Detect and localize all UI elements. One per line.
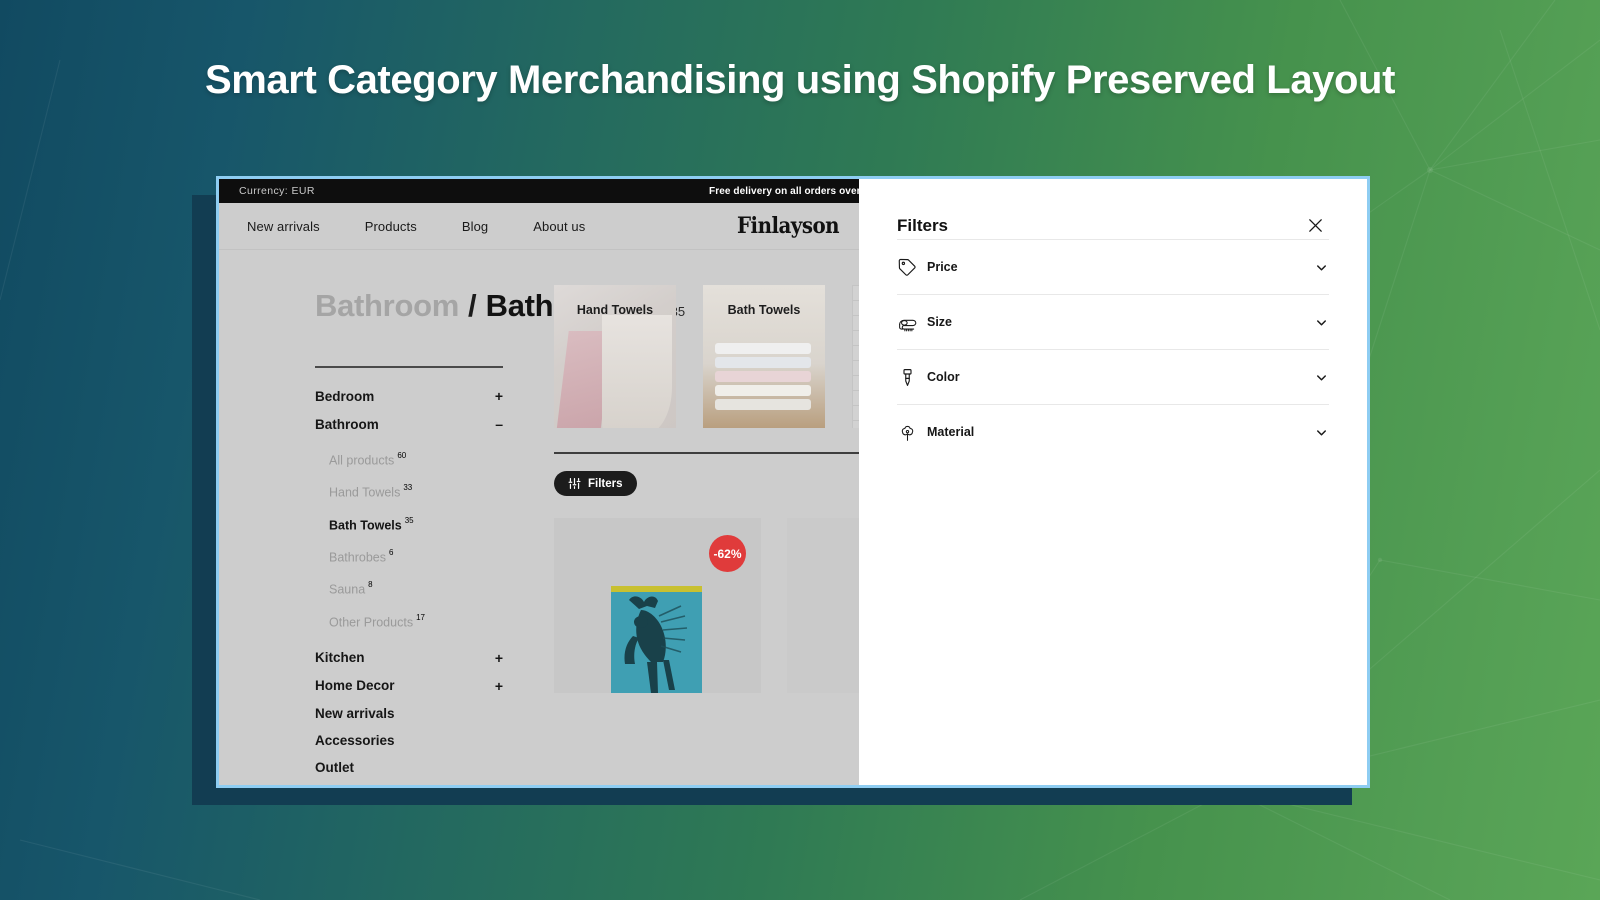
tile-label: Hand Towels [576,303,654,317]
breadcrumb: Bathroom / Bath Towels 35 [315,250,685,324]
filters-button-label: Filters [588,477,623,490]
currency-selector[interactable]: Currency: EUR [239,185,315,197]
sidebar-item-bedroom[interactable]: Bedroom + [315,382,503,410]
subcategory-list: All products 60 Hand Towels 33 Bath Towels… [329,444,503,638]
nav-link-blog[interactable]: Blog [462,219,488,234]
measuring-tape-icon [897,312,927,333]
subcategory-count: 17 [416,612,425,622]
sidebar-item-label: Outlet [315,759,354,775]
sidebar-item-new-arrivals[interactable]: New arrivals [315,700,503,727]
collapse-minus-icon: – [495,416,503,432]
sidebar-item-label: Bathroom [315,416,379,432]
nav-link-new-arrivals[interactable]: New arrivals [247,219,320,234]
filter-row-material[interactable]: Material [897,404,1329,459]
breadcrumb-separator: / [468,288,477,323]
chevron-down-icon [1314,260,1329,275]
sidebar-item-label: Home Decor [315,678,395,694]
eyedropper-icon [897,367,927,388]
sidebar-item-label: New arrivals [315,705,395,721]
filters-panel: Filters Price Size Color Material [859,179,1367,785]
expand-plus-icon: + [494,388,503,404]
towel-stack-graphic [715,343,811,413]
screenshot-frame: Currency: EUR Free delivery on all order… [216,176,1370,788]
subcategory-all-products[interactable]: All products 60 [329,444,503,476]
sidebar-item-bathroom[interactable]: Bathroom – [315,410,503,438]
close-icon [1309,219,1322,232]
subcategory-label: Sauna [329,582,366,597]
tile-bath-towels[interactable]: Bath Towels [703,285,825,428]
sidebar-item-home-decor[interactable]: Home Decor + [315,672,503,700]
expand-plus-icon: + [494,649,503,666]
filter-label: Material [927,425,975,439]
subcategory-bathrobes[interactable]: Bathrobes 6 [329,541,503,573]
sidebar-item-outlet[interactable]: Outlet [315,754,503,781]
sidebar-item-accessories[interactable]: Accessories [315,727,503,754]
sidebar-item-label: Bedroom [315,388,375,404]
sidebar-item-label: Accessories [315,732,395,748]
subcategory-count: 8 [368,580,373,590]
tile-hand-towels[interactable]: Hand Towels [554,285,676,428]
sidebar-item-kitchen[interactable]: Kitchen + [315,644,503,672]
chevron-down-icon [1314,370,1329,385]
filter-label: Price [927,260,958,274]
nav-link-about-us[interactable]: About us [533,219,585,234]
subcategory-other-products[interactable]: Other Products 17 [329,606,503,638]
filter-label: Color [927,370,960,384]
nav-link-products[interactable]: Products [365,219,417,234]
subcategory-label: All products [329,453,395,468]
filters-panel-header: Filters [897,179,1329,239]
subcategory-count: 33 [403,483,413,493]
category-sidebar: Bathroom / Bath Towels 35 Bedroom + Bath… [219,250,685,785]
filter-row-size[interactable]: Size [897,294,1329,349]
filters-panel-title: Filters [897,215,949,235]
subcategory-count: 35 [404,515,414,525]
filters-button[interactable]: Filters [554,471,637,496]
subcategory-count: 6 [388,547,394,557]
chevron-down-icon [1314,315,1329,330]
brand-logo[interactable]: Finlayson [737,213,840,239]
filter-row-price[interactable]: Price [897,239,1329,294]
delivery-notice: Free delivery on all orders over 9 [709,185,870,197]
subcategory-hand-towels[interactable]: Hand Towels 33 [329,476,503,508]
filter-row-color[interactable]: Color [897,349,1329,404]
cotton-flower-icon [897,422,927,443]
currency-label: Currency: [239,185,289,197]
category-list: Bedroom + Bathroom – All products 60 Hand… [315,382,503,781]
poster-title: Smart Category Merchandising using Shopi… [204,58,1395,102]
sidebar-divider [315,366,503,368]
product-card[interactable]: -62% [554,518,761,693]
subcategory-label: Other Products [329,614,414,629]
discount-badge: -62% [709,535,746,572]
breadcrumb-parent[interactable]: Bathroom [315,288,459,324]
subcategory-bath-towels[interactable]: Bath Towels 35 [329,509,503,541]
subcategory-sauna[interactable]: Sauna 8 [329,573,503,605]
sidebar-item-label: Kitchen [315,650,365,666]
expand-plus-icon: + [494,677,503,694]
currency-value: EUR [291,185,315,197]
moose-pattern-icon [624,596,688,693]
subcategory-label: Hand Towels [329,485,401,500]
subcategory-label: Bathrobes [329,550,386,565]
price-tag-icon [897,257,927,278]
subcategory-label: Bath Towels [329,517,402,532]
sliders-icon [568,478,581,489]
filter-label: Size [927,315,953,329]
chevron-down-icon [1314,425,1329,440]
subcategory-count: 60 [397,451,407,460]
product-image [611,586,702,693]
close-panel-button[interactable] [1302,212,1329,239]
tile-label: Bath Towels [727,303,801,317]
